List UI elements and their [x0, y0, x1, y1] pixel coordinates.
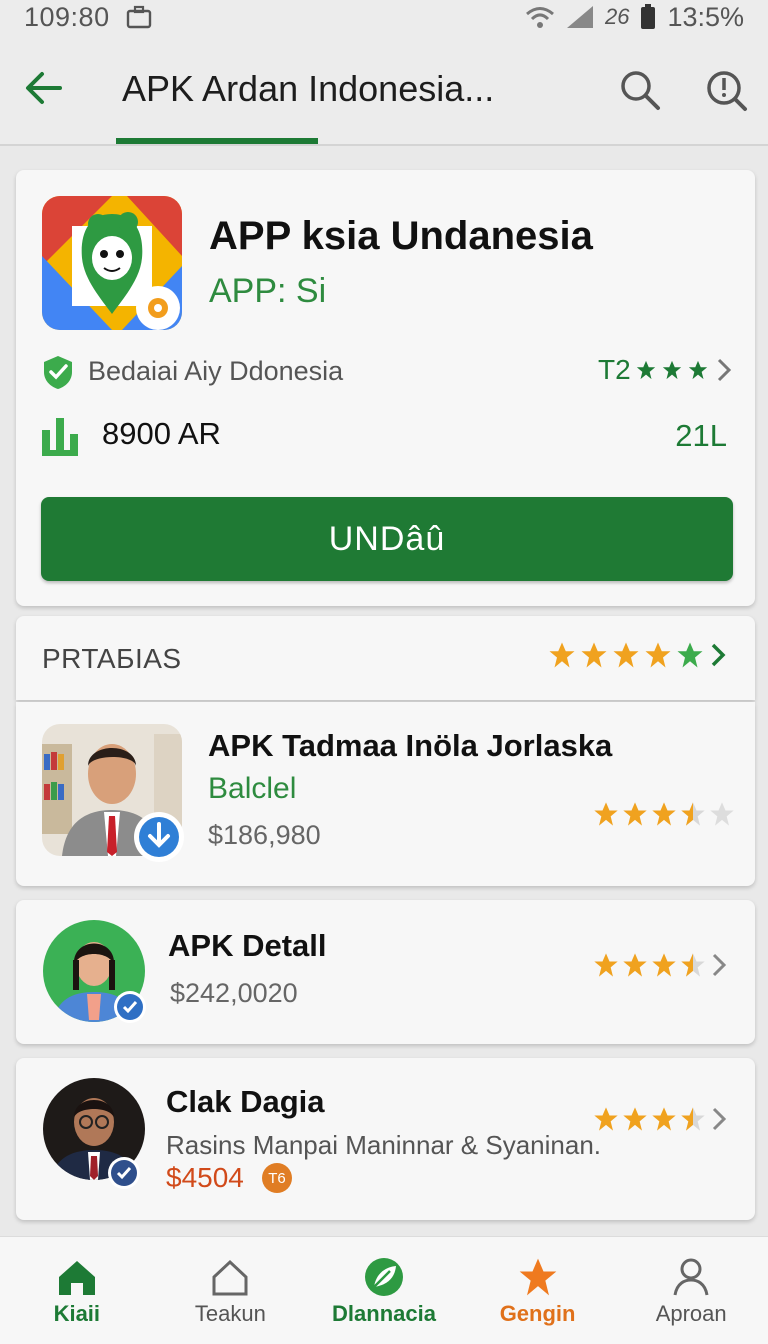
item-rating: [592, 1104, 730, 1134]
leaf-icon: [364, 1258, 403, 1296]
nav-label: Dlannacia: [332, 1301, 436, 1326]
app-detail-card: APP ksia Undanesia APP: Si Bedaiai Aiy D…: [16, 170, 755, 606]
item-title: Clak Dagia: [166, 1084, 325, 1119]
chevron-right-icon: [712, 953, 727, 977]
star-icon: [623, 802, 647, 826]
nav-item-home[interactable]: Kiaii: [0, 1237, 154, 1344]
star-icon: [652, 1107, 676, 1131]
wifi-icon: [525, 7, 554, 28]
nav-item-dlannacia[interactable]: Dlannacia: [307, 1237, 461, 1344]
battery-percent: 13:5%: [667, 1, 744, 32]
app-name: APP ksia Undanesia: [209, 214, 593, 258]
chevron-right-icon: [711, 643, 726, 667]
home-icon: [58, 1261, 95, 1295]
search-icon[interactable]: [618, 68, 662, 112]
star-icon: [549, 642, 575, 668]
nav-item-teakun[interactable]: Teakun: [154, 1237, 308, 1344]
star-icon: [677, 642, 703, 668]
status-time: 109:80: [24, 1, 110, 32]
item-price: $4504: [166, 1162, 244, 1193]
person-icon: [673, 1258, 709, 1296]
title-underline: [116, 138, 318, 144]
item-title: APK Tadmaa Inöla Jorlaska: [208, 728, 613, 763]
price-badge: T6: [262, 1163, 292, 1193]
chevron-right-icon: [717, 358, 731, 382]
star-icon: [645, 642, 671, 668]
half-star-icon: [681, 953, 705, 977]
item-rating: [592, 800, 736, 828]
download-count: 8900 AR: [102, 416, 221, 451]
empty-star-icon: [710, 802, 734, 826]
battery-icon: [641, 4, 656, 29]
install-button[interactable]: UNDâû: [41, 497, 733, 581]
home-outline-icon: [212, 1259, 248, 1296]
briefcase-icon: [126, 5, 151, 29]
download-badge-icon: [134, 812, 184, 862]
info-search-icon[interactable]: [704, 68, 748, 112]
item-description: Rasins Manpai Maninnar & Syaninan.: [166, 1130, 602, 1160]
network-type: 26: [604, 4, 630, 29]
nav-label: Aproan: [655, 1301, 727, 1326]
star-icon: [652, 953, 676, 977]
app-logo-icon: [42, 196, 182, 330]
rating-value: T2: [598, 354, 631, 385]
signal-icon: [566, 6, 593, 28]
list-item[interactable]: APK Detall $242,0020: [16, 900, 755, 1044]
verified-shield-icon: [44, 356, 72, 389]
star-icon: [662, 360, 681, 380]
app-subtitle: APP: Si: [209, 272, 327, 310]
verified-badge-icon: [108, 1157, 140, 1189]
star-icon: [623, 1107, 647, 1131]
section-stars: [547, 640, 729, 670]
item-subtitle: Balclel: [208, 772, 297, 805]
nav-label: Gengin: [499, 1301, 576, 1326]
nav-item-gengin[interactable]: Gengin: [461, 1237, 615, 1344]
star-icon: [688, 360, 707, 380]
section-title: PRTAБIAS: [42, 643, 182, 674]
bottom-navigation: Kiaii Teakun Dlannacia Gengin Aproan: [0, 1236, 768, 1344]
app-size: 21L: [675, 418, 727, 453]
download-bar-icon: [42, 418, 78, 456]
star-icon: [636, 360, 655, 380]
half-star-icon: [681, 1107, 705, 1131]
back-arrow-icon[interactable]: [22, 66, 66, 110]
list-item[interactable]: Clak Dagia Rasins Manpai Maninnar & Syan…: [16, 1058, 755, 1220]
ratings-section-header[interactable]: PRTAБIAS: [16, 616, 755, 700]
app-bar: APK Ardan Indonesia...: [0, 34, 768, 146]
star-icon: [594, 953, 618, 977]
star-icon: [613, 642, 639, 668]
rating-summary[interactable]: T2: [598, 354, 735, 386]
star-icon: [519, 1258, 556, 1296]
developer-name[interactable]: Bedaiai Aiy Ddonesia: [88, 356, 343, 387]
page-title: APK Ardan Indonesia...: [122, 68, 495, 109]
chevron-right-icon: [712, 1107, 727, 1131]
nav-label: Teakun: [194, 1301, 266, 1326]
star-icon: [623, 953, 647, 977]
item-rating: [592, 950, 730, 980]
status-bar: 109:80 26 13:5%: [0, 0, 768, 34]
item-price: $242,0020: [170, 978, 298, 1008]
star-icon: [594, 802, 618, 826]
nav-item-aproan[interactable]: Aproan: [614, 1237, 768, 1344]
list-item[interactable]: APK Tadmaa Inöla Jorlaska Balclel $186,9…: [16, 702, 755, 886]
item-price: $186,980: [208, 820, 321, 850]
star-icon: [581, 642, 607, 668]
item-title: APK Detall: [168, 928, 327, 963]
verified-badge-icon: [114, 991, 146, 1023]
star-icon: [652, 802, 676, 826]
half-star-icon: [681, 802, 705, 826]
nav-label: Kiaii: [53, 1301, 101, 1326]
star-icon: [594, 1107, 618, 1131]
